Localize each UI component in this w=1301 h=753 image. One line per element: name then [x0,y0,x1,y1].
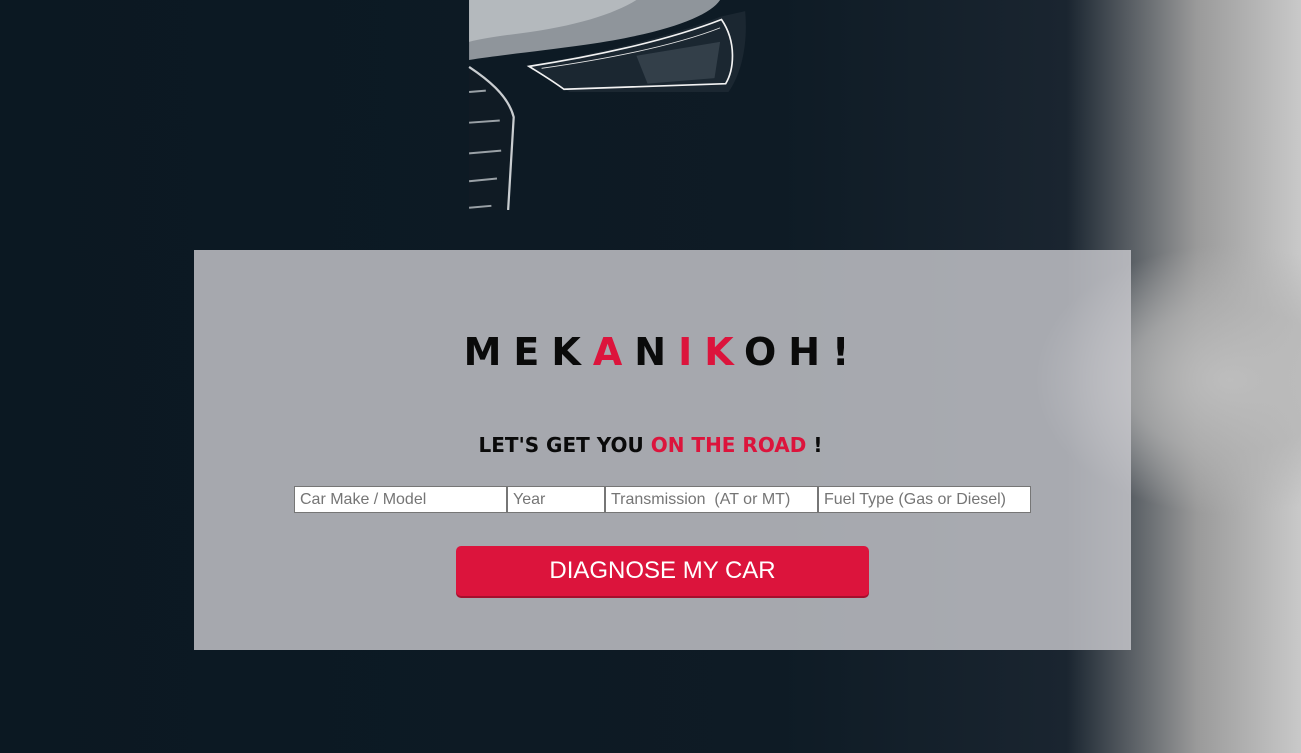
tagline-lead: LET'S GET YOU [478,433,651,457]
transmission-input[interactable] [605,486,818,513]
tagline: LET'S GET YOU ON THE ROAD ! [0,430,1301,460]
brand-title-accent: A [592,330,635,374]
car-make-model-input[interactable] [294,486,507,513]
brand-title-part: OH! [743,330,862,374]
year-input[interactable] [507,486,605,513]
tagline-tail: ! [806,433,823,457]
brand-title-accent: IK [678,330,744,374]
brand-title-part: N [634,330,679,374]
fuel-type-input[interactable] [818,486,1031,513]
tagline-accent: ON THE ROAD [650,433,807,457]
brand-title-part: MEK [463,330,593,374]
car-headlight-photo [468,0,746,210]
diagnosis-form [294,486,1031,513]
brand-title: MEKANIKOH! [12,328,1301,376]
diagnose-my-car-button[interactable]: DIAGNOSE MY CAR [456,546,869,596]
